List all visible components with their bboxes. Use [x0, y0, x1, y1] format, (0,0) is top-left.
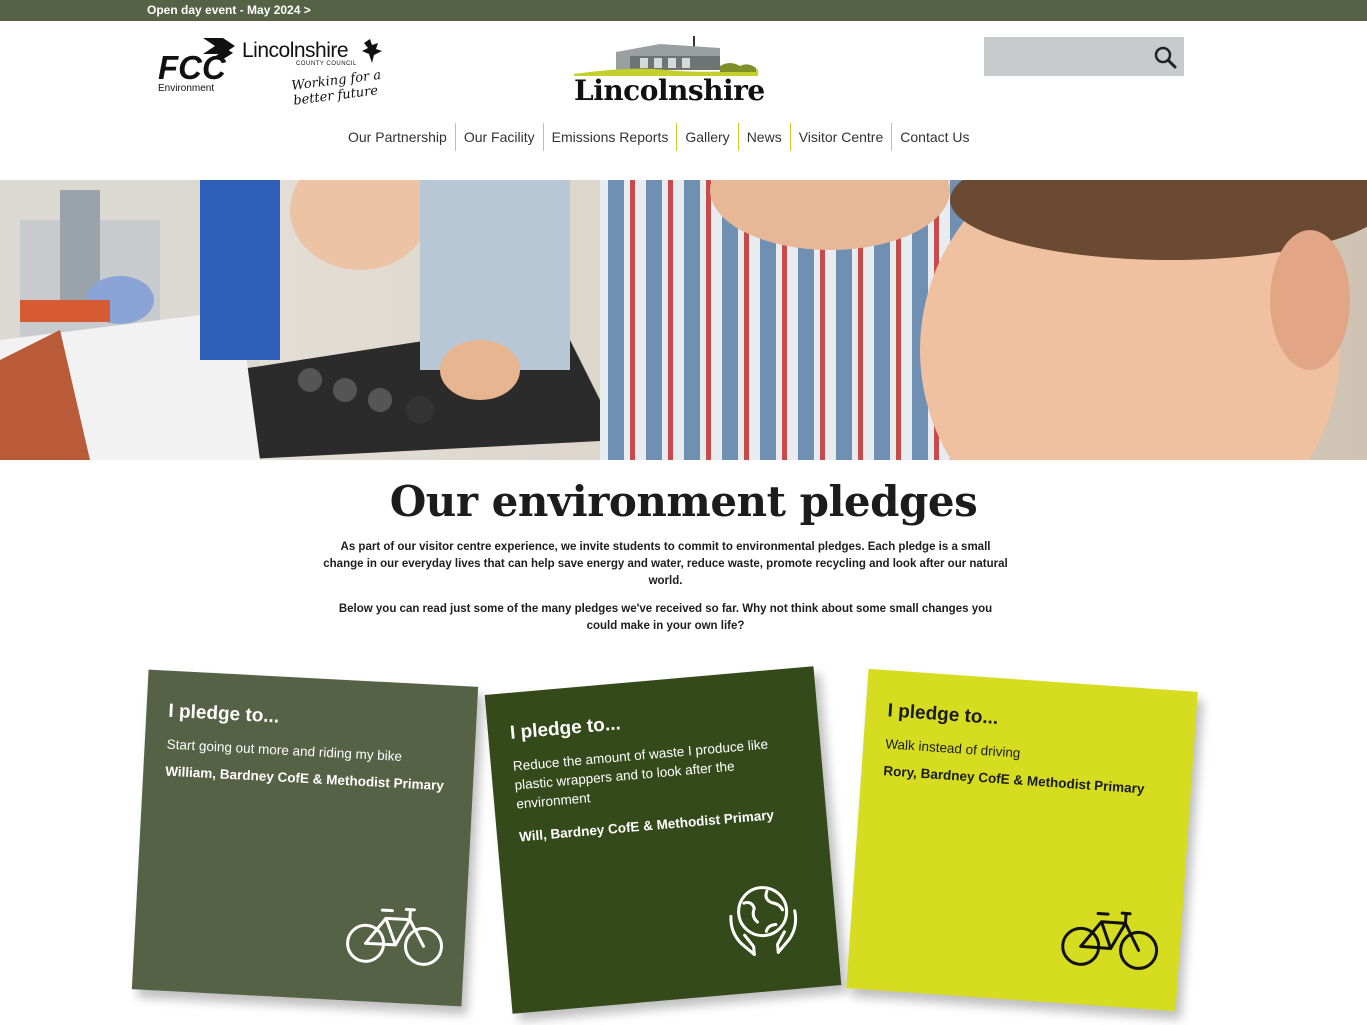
search-box: [984, 37, 1184, 76]
globe-hands-icon: [729, 886, 798, 956]
fcc-logo-text: FCC: [158, 49, 227, 82]
hero-photo-children: [0, 180, 1367, 460]
nav-item-gallery[interactable]: Gallery: [677, 123, 739, 151]
nav-item-visitor-centre[interactable]: Visitor Centre: [791, 123, 893, 151]
search-icon: [1154, 46, 1177, 69]
pledge-author: William, Bardney CofE & Methodist Primar…: [164, 763, 445, 794]
pledge-card: I pledge to... Start going out more and …: [131, 669, 479, 1007]
hero-image: [0, 180, 1367, 460]
intro-paragraph: As part of our visitor centre experience…: [323, 541, 1008, 587]
nav-item-emissions-reports[interactable]: Emissions Reports: [544, 123, 678, 151]
search-input[interactable]: [984, 37, 1144, 76]
fcc-environment-logo[interactable]: FCC Environment: [157, 36, 239, 96]
facility-building-icon: [574, 36, 758, 76]
pledge-author: Will, Bardney CofE & Methodist Primary: [518, 807, 775, 845]
bicycle-icon: [1061, 911, 1159, 970]
site-title: Lincolnshire: [574, 74, 765, 107]
pledge-heading: I pledge to...: [886, 700, 999, 730]
pledge-text: Reduce the amount of waste I produce lik…: [512, 736, 769, 812]
pledge-card: I pledge to... Walk instead of driving R…: [846, 668, 1198, 1012]
nav-item-contact-us[interactable]: Contact Us: [892, 123, 977, 151]
page-title: Our environment pledges: [389, 477, 978, 526]
fcc-logo-mark: FCC: [158, 38, 235, 86]
pledge-heading: I pledge to...: [509, 713, 622, 744]
pledge-text: Start going out more and riding my bike: [166, 736, 403, 764]
council-tagline: Working for a better future: [290, 67, 382, 109]
imp-emblem-icon: [362, 39, 382, 63]
fcc-logo-sub: Environment: [158, 83, 215, 94]
pledge-card: I pledge to... Reduce the amount of wast…: [484, 666, 842, 1014]
intro-paragraph-2: Below you can read just some of the many…: [338, 603, 993, 632]
nav-item-our-partnership[interactable]: Our Partnership: [340, 123, 456, 151]
site-logo[interactable]: Lincolnshire: [570, 36, 765, 107]
council-sub: COUNTY COUNCIL: [296, 61, 357, 67]
main-nav: Our Partnership Our Facility Emissions R…: [340, 123, 978, 151]
announcement-bar: Open day event - May 2024 >: [0, 0, 1367, 21]
pledge-heading: I pledge to...: [167, 700, 280, 728]
bicycle-icon: [346, 907, 443, 966]
nav-item-our-facility[interactable]: Our Facility: [456, 123, 544, 151]
announcement-link[interactable]: Open day event - May 2024 >: [147, 3, 311, 17]
council-name: Lincolnshire: [242, 39, 349, 62]
search-button[interactable]: [1152, 44, 1178, 70]
lincolnshire-county-council-logo[interactable]: Lincolnshire COUNTY COUNCIL Working for …: [242, 37, 420, 109]
nav-item-news[interactable]: News: [739, 123, 791, 151]
